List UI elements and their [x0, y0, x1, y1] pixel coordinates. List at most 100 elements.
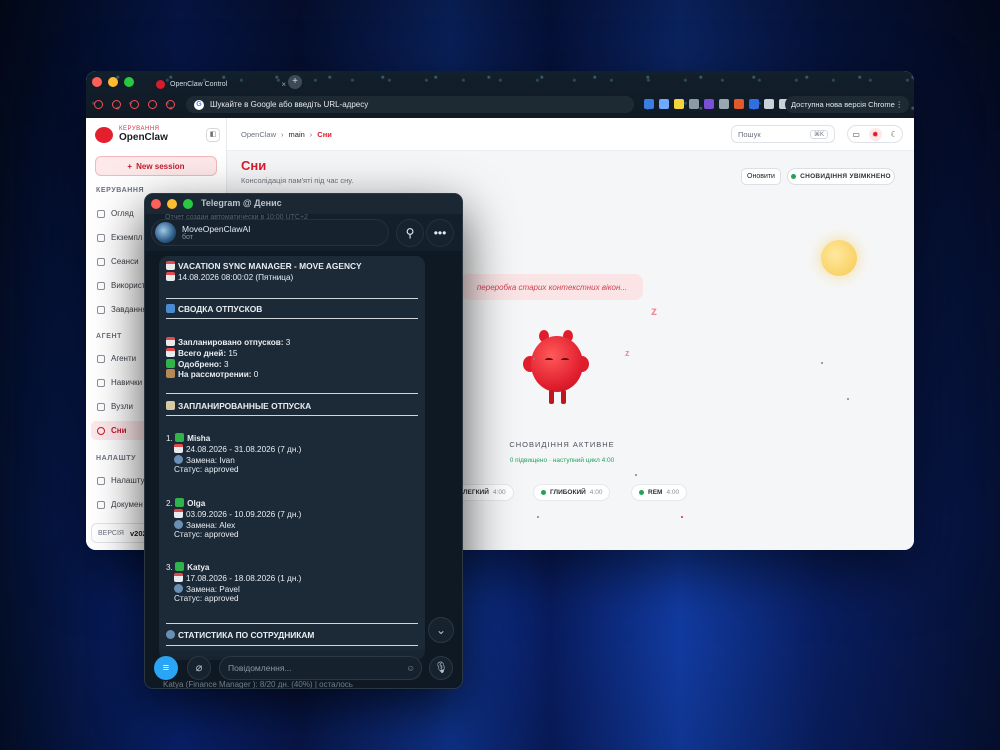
sidebar-item-label: Навички — [111, 378, 143, 387]
browser-tab[interactable]: OpenClaw Control × — [156, 75, 286, 93]
extension-icon[interactable] — [166, 100, 175, 109]
message-line: 14.08.2026 08:00:02 (Пятница) — [166, 272, 293, 282]
chat-header: Отчет создан автоматически в 10:00 UTC+2… — [145, 214, 462, 251]
attach-icon[interactable]: ⌀ — [187, 656, 211, 680]
extension-icon[interactable] — [734, 99, 744, 109]
hourglass-icon — [166, 369, 175, 378]
bot-menu-button[interactable]: ≡ — [154, 656, 178, 680]
emoji-icon[interactable]: ☺ — [406, 663, 415, 673]
maximize-window-button[interactable] — [183, 199, 193, 209]
message-line: Запланировано отпусков: 3 — [166, 337, 290, 347]
chat-name: MoveOpenClawAI — [182, 224, 251, 234]
people-icon — [174, 520, 183, 529]
collapse-sidebar-button[interactable]: ◧ — [206, 128, 220, 142]
dreaming-status-badge[interactable]: СНОВИДІННЯ УВІМКНЕНО — [787, 168, 895, 185]
calendar-icon — [166, 348, 175, 357]
extension-icon[interactable] — [659, 99, 669, 109]
divider — [166, 393, 418, 394]
star-decoration — [847, 398, 849, 400]
extension-icon[interactable] — [764, 99, 774, 109]
star-decoration — [537, 516, 539, 518]
dreaming-state-label: СНОВИДІННЯ АКТИВНЕ — [509, 440, 615, 449]
phase-name: ГЛИБОКИЙ — [550, 489, 586, 496]
reload-icon[interactable] — [130, 100, 139, 109]
status-dot-icon — [541, 490, 546, 495]
brand: КЕРУВАННЯ OpenClaw — [95, 126, 168, 143]
close-window-button[interactable] — [151, 199, 161, 209]
breadcrumb-separator: › — [309, 130, 313, 139]
minimize-window-button[interactable] — [108, 77, 118, 87]
chrome-menu-icon[interactable]: ⋮ — [896, 100, 904, 109]
plus-icon: + — [127, 161, 133, 171]
sidebar-item-label: Сни — [111, 426, 127, 435]
chat-info[interactable]: MoveOpenClawAI бот — [151, 219, 389, 246]
folder-icon — [97, 354, 105, 363]
calendar-icon — [174, 573, 183, 582]
search-icon[interactable]: ⚲ — [396, 219, 424, 247]
refresh-button[interactable]: Оновити — [741, 168, 781, 185]
extension-icon[interactable] — [644, 99, 654, 109]
search-input[interactable]: Пошук ⌘K — [731, 125, 835, 143]
people-icon — [174, 455, 183, 464]
dreaming-status-label: СНОВИДІННЯ УВІМКНЕНО — [800, 173, 891, 180]
vacation-substitute: Замена: Ivan — [174, 455, 235, 465]
scroll-down-button[interactable]: ⌄ — [428, 617, 454, 643]
monitor-icon[interactable]: ▭ — [852, 130, 860, 139]
divider — [166, 623, 418, 624]
vacation-dates: 17.08.2026 - 18.08.2026 (1 дн.) — [174, 573, 301, 583]
sidebar-item-label: Докумен — [111, 500, 143, 509]
more-icon[interactable]: ••• — [426, 219, 454, 247]
new-tab-button[interactable]: + — [288, 75, 302, 89]
forward-icon[interactable] — [112, 100, 121, 109]
status-dot-icon — [791, 174, 797, 179]
bot-avatar — [155, 222, 176, 243]
vacation-status: Статус: approved — [174, 465, 239, 474]
extension-icon[interactable] — [749, 99, 759, 109]
calendar-icon — [166, 272, 175, 281]
back-icon[interactable] — [94, 100, 103, 109]
breadcrumb-root[interactable]: OpenClaw — [241, 130, 276, 139]
minimize-window-button[interactable] — [167, 199, 177, 209]
extension-icon[interactable] — [719, 99, 729, 109]
sidebar-item-label: Налашту — [111, 476, 145, 485]
moon-illustration — [821, 240, 857, 276]
extension-icon[interactable] — [704, 99, 714, 109]
telegram-window: Telegram @ Денис Отчет создан автоматиче… — [144, 193, 463, 689]
phase-light[interactable]: ЛЕГКИЙ 4:00 — [455, 484, 514, 501]
sleep-z-icon: z — [625, 348, 630, 358]
search-shortcut: ⌘K — [809, 129, 828, 139]
telegram-titlebar: Telegram @ Денис — [145, 194, 462, 214]
home-icon[interactable] — [148, 100, 157, 109]
phase-deep[interactable]: ГЛИБОКИЙ 4:00 — [533, 484, 611, 501]
calendar-icon — [166, 337, 175, 346]
background-message: Katya (Finance Manager ): 8/20 дн. (40%)… — [163, 680, 353, 689]
update-label: Доступна нова версія Chrome — [791, 100, 895, 109]
theme-switcher: ▭ ✹ ☾ — [847, 125, 903, 143]
google-icon: G — [194, 99, 204, 110]
sidebar-item-label: Вузли — [111, 402, 133, 411]
close-window-button[interactable] — [92, 77, 102, 87]
extension-icon[interactable] — [689, 99, 699, 109]
star-decoration — [635, 474, 637, 476]
phase-rem[interactable]: REM 4:00 — [631, 484, 688, 501]
address-bar[interactable]: G Шукайте в Google або введіть URL-адрес… — [186, 96, 634, 113]
sun-icon[interactable]: ✹ — [868, 127, 882, 141]
divider — [166, 645, 418, 646]
tab-close-icon[interactable]: × — [281, 80, 286, 89]
window-controls — [151, 199, 193, 209]
extension-icon[interactable] — [674, 99, 684, 109]
chrome-update-button[interactable]: Доступна нова версія Chrome ⋮ — [785, 96, 909, 113]
maximize-window-button[interactable] — [124, 77, 134, 87]
microphone-icon[interactable]: 🎙 — [429, 656, 453, 680]
moon-icon[interactable]: ☾ — [890, 130, 897, 139]
vacation-item: 3. Katya — [166, 562, 210, 572]
message-input[interactable]: Повідомлення... ☺ — [219, 656, 422, 680]
star-decoration — [821, 362, 823, 364]
dreaming-cycle-meta: 0 підвищено · наступний цикл 4:00 — [509, 457, 615, 464]
star-decoration — [533, 358, 535, 360]
vacation-status: Статус: approved — [174, 530, 239, 539]
new-session-button[interactable]: + New session — [95, 156, 217, 176]
sidebar-item-label: Екземпл — [111, 233, 143, 242]
breadcrumb-main[interactable]: main — [289, 130, 305, 139]
chart-icon — [166, 304, 175, 313]
